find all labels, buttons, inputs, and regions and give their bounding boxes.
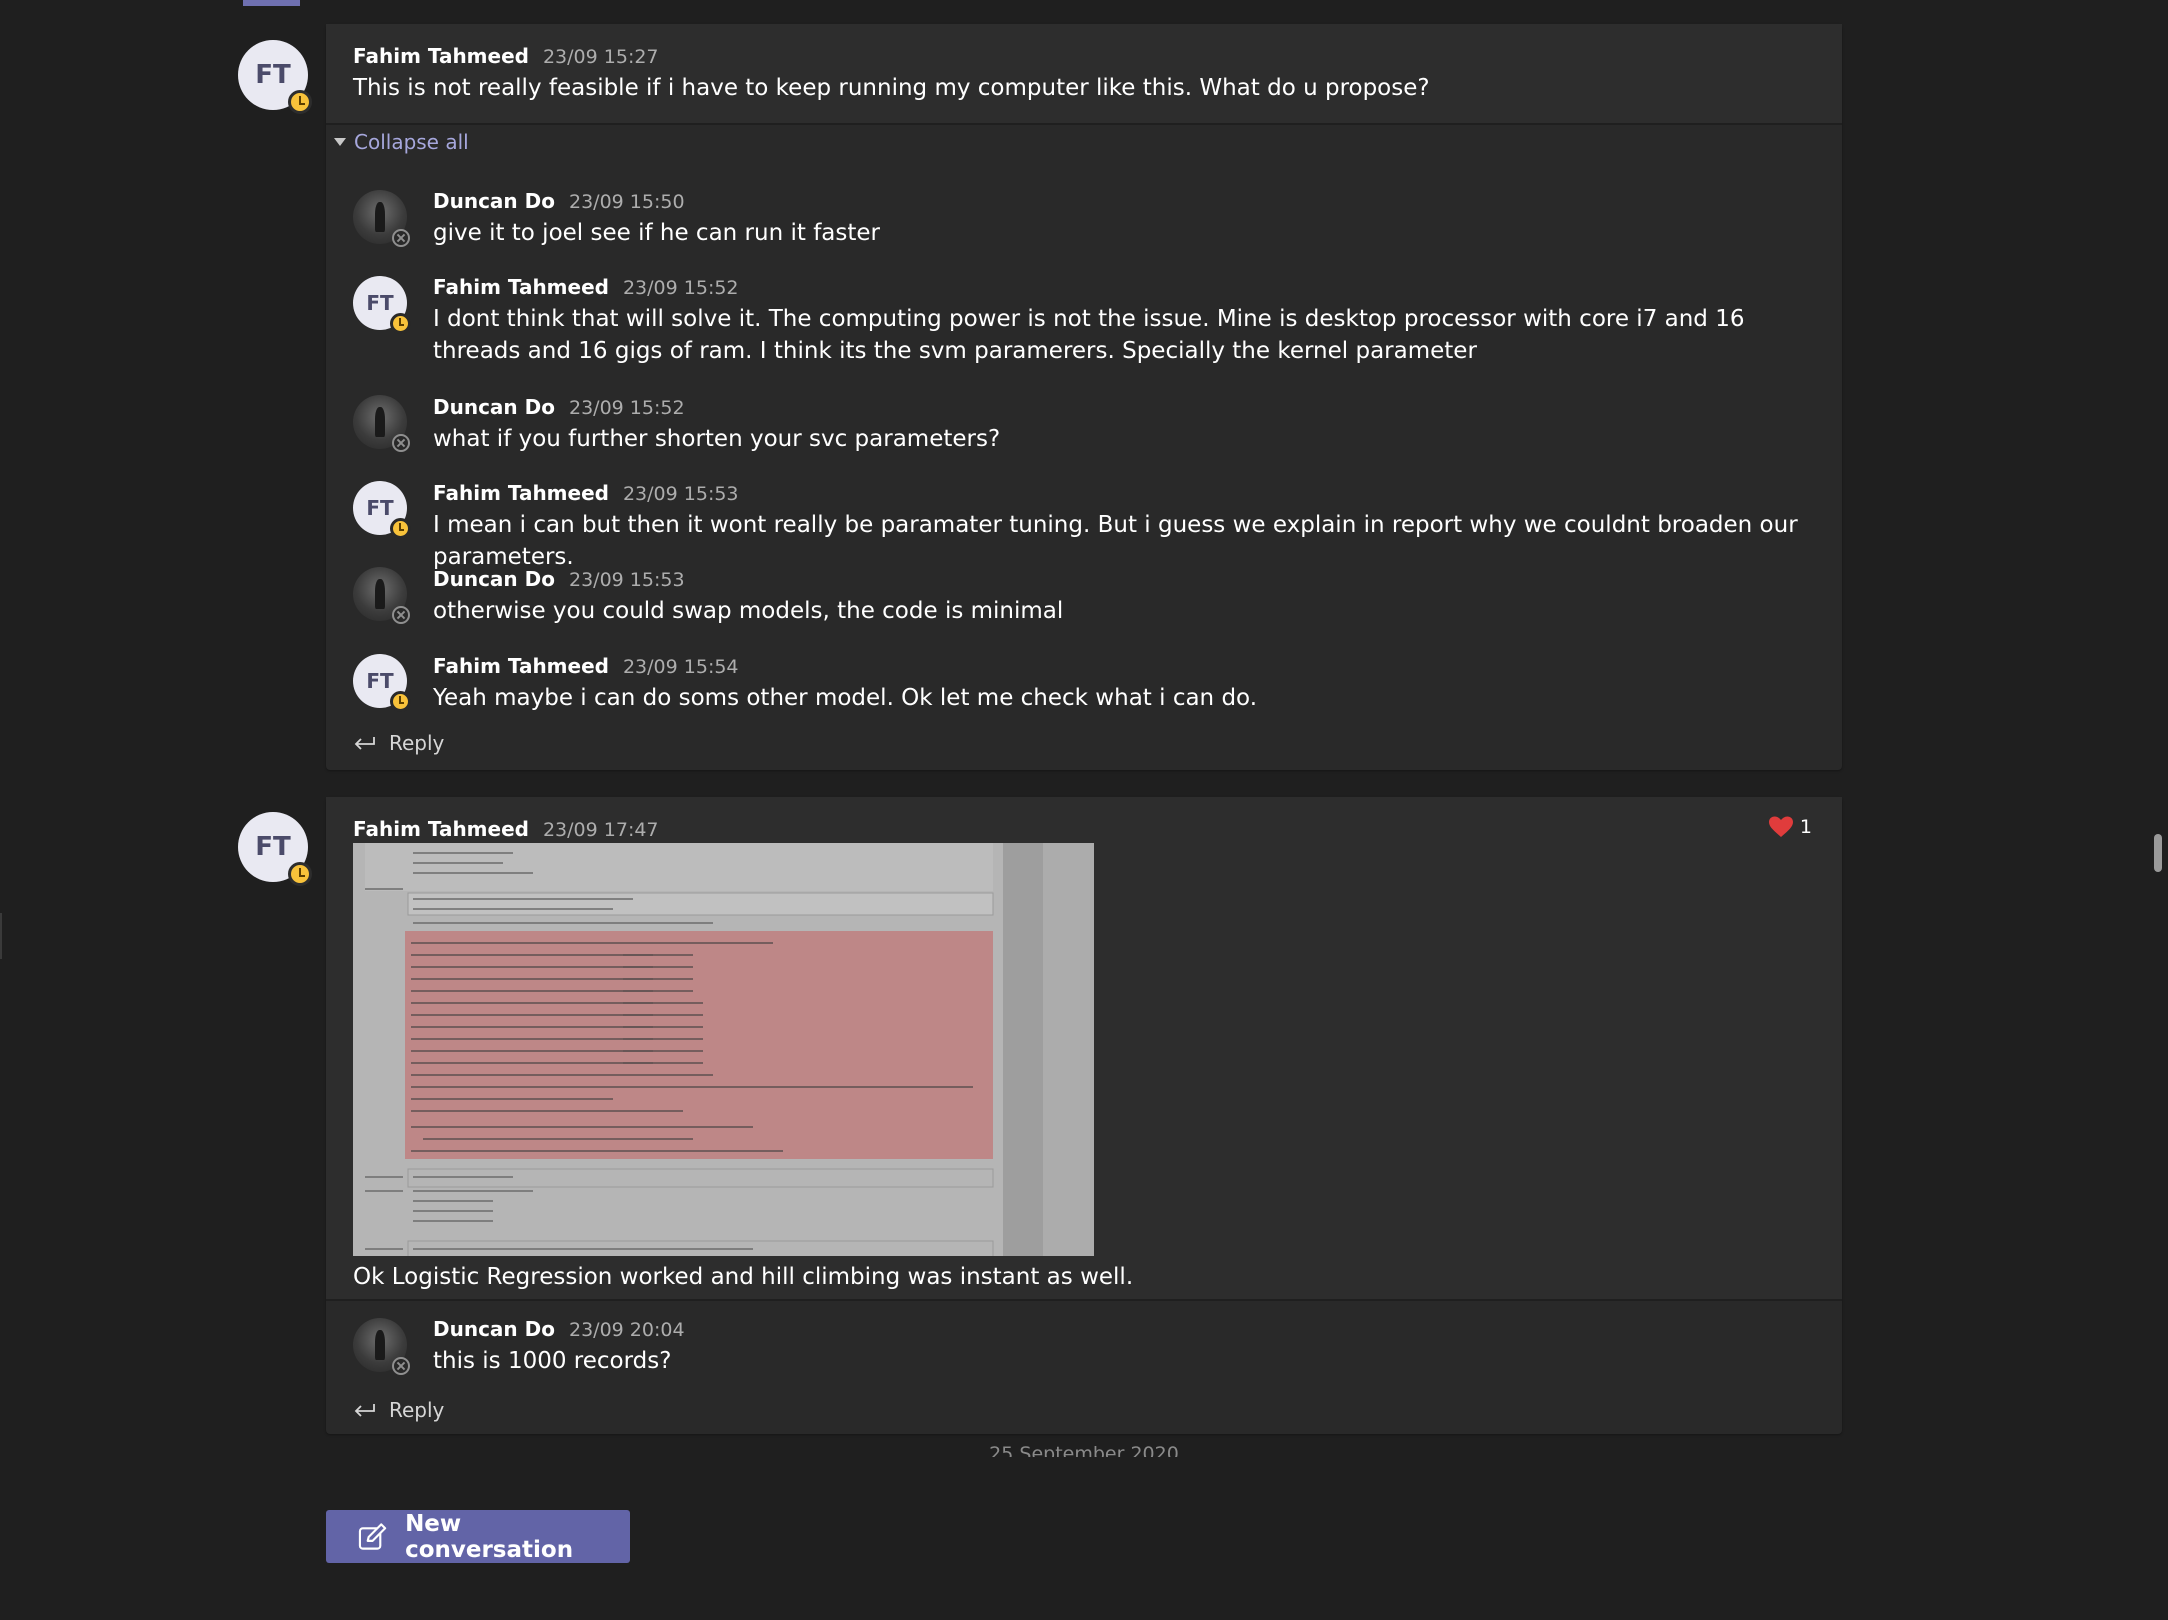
avatar[interactable]: FT — [353, 654, 411, 712]
message-timestamp: 23/09 17:47 — [542, 819, 659, 841]
reply-text: I mean i can but then it wont really be … — [433, 512, 1798, 570]
avatar[interactable]: FT — [238, 40, 312, 114]
avatar-initials: FT — [366, 496, 394, 520]
author-name[interactable]: Fahim Tahmeed — [433, 654, 609, 678]
avatar[interactable] — [353, 190, 410, 247]
message-timestamp: 23/09 20:04 — [568, 1319, 685, 1341]
author-name[interactable]: Fahim Tahmeed — [433, 275, 609, 299]
reply-button[interactable]: Reply — [353, 731, 444, 755]
code-output-image — [353, 843, 1094, 1256]
avatar-initials: FT — [255, 60, 291, 90]
author-name[interactable]: Fahim Tahmeed — [353, 44, 529, 68]
reply-header: Duncan Do 23/09 15:50 — [433, 189, 685, 213]
author-name[interactable]: Duncan Do — [433, 395, 555, 419]
reply-text: what if you further shorten your svc par… — [433, 426, 1001, 452]
message-timestamp: 23/09 15:50 — [568, 191, 685, 213]
away-status-icon — [390, 518, 411, 539]
reaction-heart[interactable]: 1 — [1768, 815, 1812, 839]
message-timestamp: 23/09 15:54 — [622, 656, 739, 678]
compose-icon — [358, 1522, 387, 1550]
away-status-icon — [390, 313, 411, 334]
reply-label: Reply — [389, 1398, 445, 1422]
root-message[interactable]: Fahim Tahmeed 23/09 17:47 1 Ok Logistic … — [326, 797, 1842, 1301]
message-timestamp: 23/09 15:53 — [622, 483, 739, 505]
avatar[interactable]: FT — [353, 481, 411, 539]
reply-header: Fahim Tahmeed 23/09 15:53 — [433, 481, 739, 505]
reply-arrow-icon — [354, 1404, 375, 1417]
reply-text: Yeah maybe i can do soms other model. Ok… — [433, 685, 1258, 711]
avatar[interactable] — [353, 1318, 410, 1375]
message-text: This is not really feasible if i have to… — [353, 75, 1430, 101]
new-conversation-label: New conversation — [405, 1510, 574, 1563]
reply-text: otherwise you could swap models, the cod… — [433, 598, 1064, 624]
author-name[interactable]: Duncan Do — [433, 189, 555, 213]
reply-header: Fahim Tahmeed 23/09 15:52 — [433, 275, 739, 299]
message-timestamp: 23/09 15:52 — [568, 397, 685, 419]
offline-status-icon — [392, 606, 410, 624]
avatar-initials: FT — [366, 669, 394, 693]
message-timestamp: 23/09 15:27 — [542, 46, 659, 68]
reply-text: give it to joel see if he can run it fas… — [433, 220, 880, 246]
avatar[interactable] — [353, 567, 410, 624]
top-accent-bar — [243, 0, 300, 6]
reply-header: Duncan Do 23/09 20:04 — [433, 1317, 685, 1341]
offline-status-icon — [392, 229, 410, 247]
avatar-initials: FT — [255, 832, 291, 862]
reply-text: this is 1000 records? — [433, 1348, 672, 1374]
reply-arrow-icon — [354, 737, 375, 750]
avatar[interactable]: FT — [238, 812, 312, 886]
collapse-all-label: Collapse all — [354, 130, 469, 154]
avatar[interactable] — [353, 395, 410, 452]
new-conversation-button[interactable]: New conversation — [326, 1510, 630, 1563]
root-message[interactable]: Fahim Tahmeed 23/09 15:27 This is not re… — [326, 24, 1842, 125]
conversation-thread: Fahim Tahmeed 23/09 17:47 1 Ok Logistic … — [326, 797, 1842, 1434]
teams-chat-window: FT Fahim Tahmeed 23/09 15:27 This is not… — [0, 0, 2168, 1620]
conversation-thread: Fahim Tahmeed 23/09 15:27 This is not re… — [326, 24, 1842, 770]
left-edge-marker — [0, 913, 2, 959]
reaction-count: 1 — [1799, 816, 1812, 838]
avatar[interactable]: FT — [353, 276, 411, 334]
message-header: Fahim Tahmeed 23/09 17:47 — [353, 817, 659, 841]
message-text: Ok Logistic Regression worked and hill c… — [353, 1264, 1134, 1290]
reply-header: Duncan Do 23/09 15:52 — [433, 395, 685, 419]
reply-button[interactable]: Reply — [353, 1398, 444, 1422]
message-timestamp: 23/09 15:53 — [568, 569, 685, 591]
author-name[interactable]: Fahim Tahmeed — [433, 481, 609, 505]
message-timestamp: 23/09 15:52 — [622, 277, 739, 299]
reply-text: I dont think that will solve it. The com… — [433, 306, 1745, 364]
away-status-icon — [288, 90, 312, 114]
author-name[interactable]: Fahim Tahmeed — [353, 817, 529, 841]
away-status-icon — [288, 862, 312, 886]
scrollbar-thumb[interactable] — [2154, 834, 2162, 872]
avatar-initials: FT — [366, 291, 394, 315]
offline-status-icon — [392, 434, 410, 452]
away-status-icon — [390, 691, 411, 712]
date-divider: 25 September 2020 — [989, 1443, 1179, 1457]
reply-header: Fahim Tahmeed 23/09 15:54 — [433, 654, 739, 678]
reply-label: Reply — [389, 731, 445, 755]
collapse-all-button[interactable]: Collapse all — [334, 130, 469, 154]
message-header: Fahim Tahmeed 23/09 15:27 — [353, 44, 659, 68]
author-name[interactable]: Duncan Do — [433, 1317, 555, 1341]
heart-icon — [1768, 816, 1793, 837]
offline-status-icon — [392, 1357, 410, 1375]
caret-down-icon — [334, 138, 346, 146]
attached-screenshot-image[interactable] — [353, 843, 1094, 1256]
author-name[interactable]: Duncan Do — [433, 567, 555, 591]
reply-header: Duncan Do 23/09 15:53 — [433, 567, 685, 591]
